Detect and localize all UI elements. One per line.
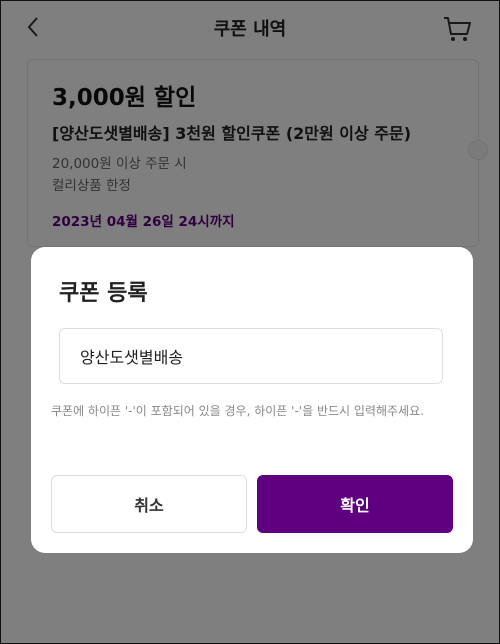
- confirm-button[interactable]: 확인: [257, 475, 453, 533]
- hyphen-note: 쿠폰에 하이픈 '-'이 포함되어 있을 경우, 하이픈 '-'을 반드시 입력…: [51, 404, 424, 418]
- cancel-button[interactable]: 취소: [51, 475, 247, 533]
- app-screen: 쿠폰 내역 3,000원 할인 [양산도샛별배송] 3천원 할인쿠폰 (2만원 …: [0, 0, 500, 644]
- dialog-title: 쿠폰 등록: [59, 281, 148, 306]
- coupon-code-input[interactable]: [59, 328, 443, 384]
- coupon-register-dialog: 쿠폰 등록 쿠폰에 하이픈 '-'이 포함되어 있을 경우, 하이픈 '-'을 …: [31, 247, 473, 553]
